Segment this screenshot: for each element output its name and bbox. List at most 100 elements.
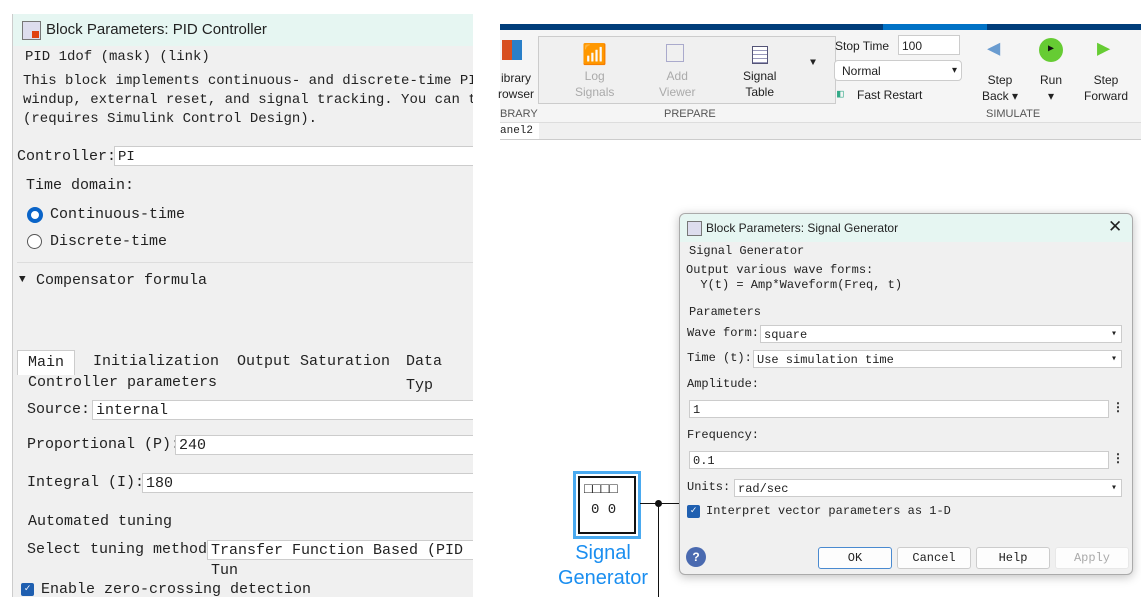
- step-back-icon: ◀: [987, 37, 1001, 62]
- label: Add: [666, 69, 688, 83]
- title-bar: Block Parameters: Signal Generator ✕: [680, 214, 1132, 242]
- more-options-icon[interactable]: ⋮: [1112, 451, 1124, 466]
- log-signals-icon: 📶: [582, 45, 607, 68]
- interpret-vector-label: Interpret vector parameters as 1-D: [706, 504, 951, 518]
- label: Signal: [575, 542, 631, 564]
- controller-field[interactable]: PI: [114, 146, 473, 166]
- ok-button[interactable]: OK: [818, 547, 892, 569]
- simulink-block-icon: [22, 21, 41, 40]
- collapse-triangle-icon[interactable]: ▼: [19, 274, 26, 286]
- proportional-field[interactable]: 240: [175, 435, 473, 455]
- wave-form-label: Wave form:: [687, 326, 760, 340]
- library-browser-button[interactable]: ibrary rowser: [498, 70, 534, 102]
- fast-restart-button[interactable]: Fast Restart: [857, 88, 922, 102]
- apply-button[interactable]: Apply: [1055, 547, 1129, 569]
- divider: [17, 262, 473, 263]
- block-label[interactable]: Signal Generator: [558, 541, 648, 591]
- label: Back: [982, 89, 1009, 103]
- frequency-label: Frequency:: [687, 428, 760, 442]
- signal-generator-block[interactable]: □□□□ 0 0: [573, 471, 641, 539]
- tuning-method-select[interactable]: Transfer Function Based (PID Tun: [207, 540, 473, 579]
- amplitude-label: Amplitude:: [687, 377, 760, 391]
- time-domain-label: Time domain:: [26, 177, 135, 194]
- time-select[interactable]: Use simulation time: [753, 350, 1122, 369]
- label: Forward: [1084, 89, 1129, 103]
- pid-controller-dialog: Block Parameters: PID Controller PID 1do…: [12, 14, 473, 597]
- radio-discrete-time[interactable]: [27, 234, 42, 249]
- tab-initialization[interactable]: Initialization: [83, 350, 229, 374]
- controller-parameters-label: Controller parameters: [28, 374, 218, 391]
- label: Table: [745, 85, 775, 99]
- stop-time-label: Stop Time: [835, 39, 890, 53]
- radio-discrete-label[interactable]: Discrete-time: [50, 233, 167, 250]
- tab-data-types[interactable]: Data Typ: [396, 350, 473, 394]
- run-button[interactable]: Run ▾: [1040, 72, 1062, 104]
- source-select[interactable]: internal: [92, 400, 473, 420]
- model-tab[interactable]: anel2: [500, 123, 540, 139]
- automated-tuning-label: Automated tuning: [28, 513, 173, 530]
- label: Log: [584, 69, 605, 83]
- units-select[interactable]: rad/sec: [734, 479, 1122, 498]
- add-viewer-button[interactable]: Add Viewer: [659, 68, 695, 100]
- label: rowser: [498, 87, 535, 101]
- add-viewer-icon: [666, 44, 684, 62]
- tuning-method-label: Select tuning method:: [27, 541, 217, 558]
- close-icon[interactable]: ✕: [1108, 217, 1122, 237]
- step-forward-icon: ▶: [1097, 37, 1111, 62]
- stop-time-input[interactable]: 100: [898, 35, 960, 55]
- label: Signal: [743, 69, 777, 83]
- section-simulate: SIMULATE: [986, 108, 1041, 120]
- compensator-formula-toggle[interactable]: Compensator formula: [36, 272, 207, 289]
- tab-main[interactable]: Main: [17, 350, 76, 375]
- label: Run: [1040, 73, 1063, 87]
- label: ibrary: [501, 71, 532, 85]
- library-browser-icon[interactable]: [502, 40, 522, 60]
- wave-form-select[interactable]: square: [760, 325, 1122, 344]
- label: Viewer: [659, 85, 696, 99]
- dialog-title: Block Parameters: PID Controller: [46, 21, 267, 38]
- amplitude-field[interactable]: 1: [689, 400, 1109, 418]
- label: Step: [987, 73, 1013, 87]
- controller-label: Controller:: [17, 148, 117, 165]
- help-icon[interactable]: ?: [686, 547, 706, 567]
- help-button[interactable]: Help: [976, 547, 1050, 569]
- label: Step: [1093, 73, 1119, 87]
- description-line: This block implements continuous- and di…: [23, 73, 473, 89]
- zero-crossing-checkbox[interactable]: ✓: [21, 583, 34, 596]
- dialog-title: Block Parameters: Signal Generator: [706, 221, 899, 235]
- description-line: Y(t) = Amp*Waveform(Freq, t): [686, 278, 903, 292]
- integral-label: Integral (I):: [27, 474, 145, 491]
- title-bar: Block Parameters: PID Controller: [13, 14, 473, 46]
- gallery-expand-icon[interactable]: ▼: [810, 58, 816, 69]
- more-options-icon[interactable]: ⋮: [1112, 400, 1124, 415]
- label: Generator: [558, 567, 649, 589]
- radio-continuous-time[interactable]: [27, 207, 43, 223]
- radio-continuous-label[interactable]: Continuous-time: [50, 206, 185, 223]
- run-icon: ▶: [1039, 38, 1063, 62]
- signal-line: [658, 504, 659, 597]
- model-tab-strip: [500, 123, 1141, 140]
- log-signals-button[interactable]: Log Signals: [575, 68, 614, 100]
- step-forward-button[interactable]: Step Forward: [1084, 72, 1128, 104]
- tab-output-saturation[interactable]: Output Saturation: [227, 350, 400, 374]
- parameters-label: Parameters: [689, 305, 762, 319]
- label: Signals: [575, 85, 615, 99]
- description-line: windup, external reset, and signal track…: [23, 92, 473, 108]
- units-label: Units:: [687, 480, 731, 494]
- step-back-button[interactable]: Step Back ▾: [982, 72, 1018, 104]
- source-label: Source:: [27, 401, 91, 418]
- signal-table-button[interactable]: Signal Table: [743, 68, 776, 100]
- block-icon-text: □□□□: [584, 482, 618, 498]
- signal-generator-dialog: Block Parameters: Signal Generator ✕ Sig…: [679, 213, 1133, 575]
- interpret-vector-checkbox[interactable]: ✓: [687, 505, 700, 518]
- simulation-mode-select[interactable]: Normal: [834, 60, 962, 81]
- frequency-field[interactable]: 0.1: [689, 451, 1109, 469]
- ribbon-toolbar: ibrary rowser BRARY 📶 Log Signals Add Viewe…: [498, 30, 1141, 123]
- section-prepare: PREPARE: [664, 108, 716, 120]
- fast-restart-icon: ◧: [837, 89, 844, 101]
- description-line: (requires Simulink Control Design).: [23, 111, 318, 127]
- integral-field[interactable]: 180: [142, 473, 473, 493]
- cancel-button[interactable]: Cancel: [897, 547, 971, 569]
- section-library: BRARY: [500, 108, 538, 120]
- simulink-block-icon: [687, 221, 702, 236]
